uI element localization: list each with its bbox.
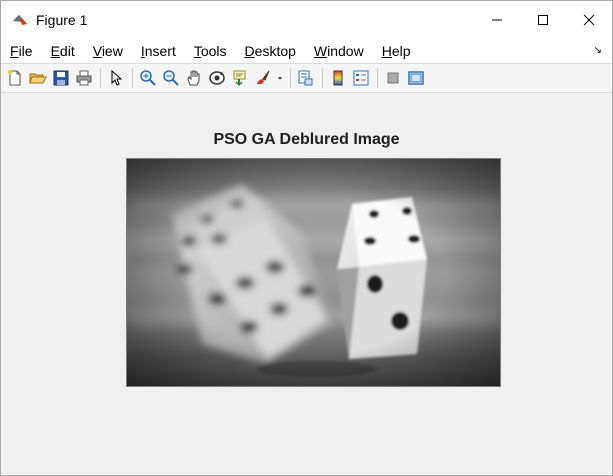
menu-help[interactable]: Help	[382, 43, 411, 59]
link-plot-icon	[298, 70, 313, 86]
legend-button[interactable]	[350, 67, 372, 89]
menu-tools-rest: ools	[200, 43, 227, 59]
new-figure-icon	[8, 70, 21, 86]
save-icon	[53, 70, 69, 86]
axes-title: PSO GA Deblured Image	[213, 131, 400, 148]
minimize-icon	[492, 19, 502, 21]
toolbar-separator	[290, 68, 291, 88]
new-figure-button[interactable]	[4, 67, 26, 89]
dice-photo	[127, 159, 500, 386]
data-cursor-icon	[233, 70, 246, 87]
show-plot-tools-button[interactable]	[405, 67, 427, 89]
pan-button[interactable]	[183, 67, 205, 89]
save-button[interactable]	[50, 67, 72, 89]
menu-view[interactable]: View	[93, 43, 123, 59]
legend-icon	[353, 70, 369, 86]
dock-arrow-icon[interactable]: ↘	[594, 45, 602, 56]
print-button[interactable]	[73, 67, 95, 89]
menu-window[interactable]: Window	[314, 43, 364, 59]
toolbar-separator	[100, 68, 101, 88]
figure-toolbar	[1, 63, 612, 93]
minimize-button[interactable]	[474, 1, 520, 39]
menu-file[interactable]: File	[10, 43, 33, 59]
window-title: Figure 1	[36, 12, 88, 28]
menu-help-rest: elp	[391, 43, 411, 59]
open-file-button[interactable]	[27, 67, 49, 89]
menu-window-rest: indow	[327, 43, 364, 59]
pointer-button[interactable]	[105, 67, 127, 89]
menu-edit-rest: dit	[59, 43, 75, 59]
menu-file-rest: ile	[18, 43, 33, 59]
colorbar-icon	[333, 70, 343, 86]
close-icon	[583, 14, 595, 26]
pan-icon	[187, 70, 200, 86]
menu-tools[interactable]: Tools	[194, 43, 227, 59]
link-plot-button[interactable]	[295, 67, 317, 89]
colorbar-button[interactable]	[327, 67, 349, 89]
rotate-3d-icon	[209, 71, 225, 85]
matlab-logo-icon	[12, 12, 28, 28]
maximize-icon	[538, 15, 548, 25]
hide-plot-tools-icon	[387, 72, 399, 84]
menu-insert[interactable]: Insert	[141, 43, 176, 59]
zoom-out-icon	[163, 70, 179, 86]
menu-bar: File Edit View Insert Tools Desktop Wind…	[1, 39, 612, 63]
menu-desktop-rest: esktop	[254, 43, 296, 59]
data-cursor-button[interactable]	[229, 67, 251, 89]
brush-icon	[257, 70, 270, 85]
pointer-icon	[111, 69, 123, 86]
toolbar-separator	[132, 68, 133, 88]
show-plot-tools-icon	[408, 71, 424, 85]
maximize-button[interactable]	[520, 1, 566, 39]
hide-plot-tools-button[interactable]	[382, 67, 404, 89]
print-icon	[76, 70, 92, 86]
figure-window: Figure 1 File Edit View Insert Tools Des…	[0, 0, 613, 476]
close-button[interactable]	[566, 1, 612, 39]
title-bar[interactable]: Figure 1	[1, 1, 612, 39]
zoom-in-icon	[140, 70, 156, 86]
zoom-in-button[interactable]	[137, 67, 159, 89]
brush-dropdown-button[interactable]	[275, 67, 285, 89]
brush-dropdown-icon	[277, 77, 283, 80]
menu-view-rest: iew	[101, 43, 123, 59]
zoom-out-button[interactable]	[160, 67, 182, 89]
menu-insert-rest: nsert	[144, 43, 176, 59]
menu-edit[interactable]: Edit	[51, 43, 75, 59]
menu-desktop[interactable]: Desktop	[245, 43, 296, 59]
rotate-3d-button[interactable]	[206, 67, 228, 89]
toolbar-separator	[377, 68, 378, 88]
deblurred-dice-image	[126, 158, 501, 387]
brush-button[interactable]	[252, 67, 274, 89]
open-file-icon	[29, 73, 47, 84]
toolbar-separator	[322, 68, 323, 88]
